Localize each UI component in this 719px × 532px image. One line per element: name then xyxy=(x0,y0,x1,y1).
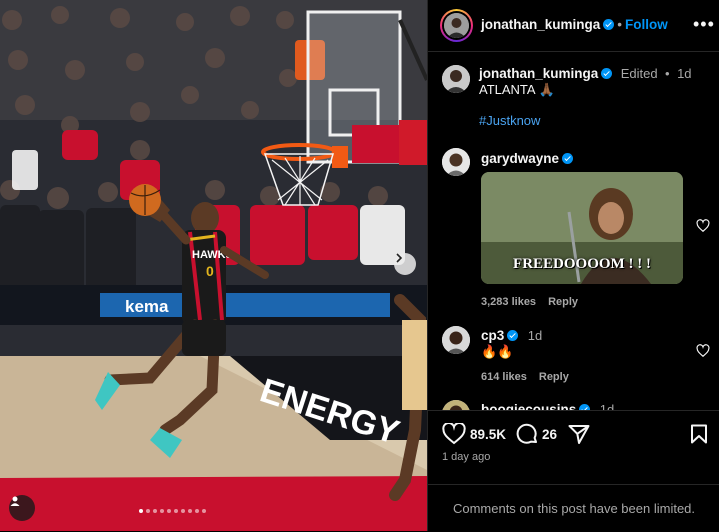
save-bookmark-icon[interactable] xyxy=(690,424,708,444)
post-time-ago: 1 day ago xyxy=(442,451,491,463)
profile-photo-icon xyxy=(444,13,469,38)
header-username-line: jonathan_kuminga • Follow xyxy=(481,17,668,32)
next-photo-button[interactable] xyxy=(394,253,416,275)
comment-count[interactable]: 26 xyxy=(542,427,557,442)
carousel-dot[interactable] xyxy=(146,509,150,513)
separator: • xyxy=(665,66,670,81)
comment-username[interactable]: boogiecousins xyxy=(481,402,576,410)
caption-time: 1d xyxy=(677,66,692,81)
post-photo[interactable]: kema ENERGY HAWKS 0 xyxy=(0,0,427,531)
banner-text: kema xyxy=(125,297,169,316)
tagged-users-button[interactable] xyxy=(9,495,35,521)
user-tag-icon xyxy=(10,496,20,506)
carousel-dot[interactable] xyxy=(174,509,178,513)
profile-photo-icon xyxy=(442,148,470,176)
reply-button[interactable]: Reply xyxy=(539,371,569,383)
basketball-dunk-photo: kema ENERGY HAWKS 0 xyxy=(0,0,427,531)
carousel-dot[interactable] xyxy=(153,509,157,513)
share-send-icon[interactable] xyxy=(568,424,590,444)
comment-meta: 614 likes Reply xyxy=(481,367,569,385)
comment-header: cp3 1d xyxy=(481,327,542,345)
verified-badge-icon xyxy=(603,19,615,30)
comment-meta: 3,283 likes Reply xyxy=(481,292,578,310)
carousel-dot[interactable] xyxy=(188,509,192,513)
like-count[interactable]: 89.5K xyxy=(470,427,506,442)
carousel-dot[interactable] xyxy=(195,509,199,513)
profile-photo-icon xyxy=(442,400,470,410)
carousel-dot[interactable] xyxy=(181,509,185,513)
carousel-dot[interactable] xyxy=(167,509,171,513)
carousel-dots xyxy=(139,509,206,513)
caption-line: jonathan_kuminga Edited • 1d xyxy=(479,65,692,83)
comments-list[interactable]: jonathan_kuminga Edited • 1d ATLANTA 🙏🏾 … xyxy=(428,52,719,410)
edited-label: Edited xyxy=(620,66,658,81)
post-side-panel: jonathan_kuminga • Follow ••• jonathan_kum… xyxy=(427,0,719,531)
more-options-icon[interactable]: ••• xyxy=(693,14,715,35)
caption-avatar[interactable] xyxy=(442,65,470,93)
comment-username[interactable]: garydwayne xyxy=(481,151,559,166)
like-heart-icon[interactable] xyxy=(442,423,466,445)
verified-badge-icon xyxy=(507,330,519,341)
comment-header: boogiecousins 1d xyxy=(481,401,614,410)
story-ring[interactable] xyxy=(440,9,473,42)
comment-time: 1d xyxy=(599,402,615,410)
follow-button[interactable]: Follow xyxy=(625,17,668,32)
profile-photo-icon xyxy=(442,326,470,354)
instagram-post-viewer: kema ENERGY HAWKS 0 jonathan_kuminga • F… xyxy=(0,0,719,531)
comments-limited-notice: Comments on this post have been limited. xyxy=(428,484,719,531)
profile-photo-icon xyxy=(442,65,470,93)
caption-username[interactable]: jonathan_kuminga xyxy=(479,66,598,81)
carousel-dot[interactable] xyxy=(202,509,206,513)
comment-like-heart-icon[interactable] xyxy=(696,219,710,233)
comment-time: 1d xyxy=(527,328,543,343)
verified-badge-icon xyxy=(601,68,613,79)
post-username[interactable]: jonathan_kuminga xyxy=(481,17,600,32)
comment-avatar[interactable] xyxy=(442,148,470,176)
post-header: jonathan_kuminga • Follow ••• xyxy=(428,0,719,52)
carousel-dot[interactable] xyxy=(139,509,143,513)
comment-like-heart-icon[interactable] xyxy=(696,344,710,358)
avatar[interactable] xyxy=(444,13,469,38)
chevron-right-icon xyxy=(396,253,403,263)
caption-hashtag[interactable]: #Justknow xyxy=(479,113,540,128)
comment-gif[interactable]: FREEDOOOOM ! ! ! xyxy=(481,172,683,284)
comment-username[interactable]: cp3 xyxy=(481,328,504,343)
gif-caption: FREEDOOOOM ! ! ! xyxy=(513,256,651,272)
post-actions: 89.5K 26 1 day ago xyxy=(428,410,719,484)
comment-text: 🔥🔥 xyxy=(481,344,514,359)
comment-likes[interactable]: 614 likes xyxy=(481,371,527,383)
separator: • xyxy=(617,17,622,32)
reply-button[interactable]: Reply xyxy=(548,296,578,308)
caption-text: ATLANTA 🙏🏾 xyxy=(479,82,555,97)
comment-likes[interactable]: 3,283 likes xyxy=(481,296,536,308)
carousel-dot[interactable] xyxy=(160,509,164,513)
comment-header: garydwayne xyxy=(481,150,574,168)
comment-avatar[interactable] xyxy=(442,400,470,410)
comment-avatar[interactable] xyxy=(442,326,470,354)
jersey-number: 0 xyxy=(206,263,214,279)
verified-badge-icon xyxy=(562,153,574,164)
comment-bubble-icon[interactable] xyxy=(516,423,538,445)
